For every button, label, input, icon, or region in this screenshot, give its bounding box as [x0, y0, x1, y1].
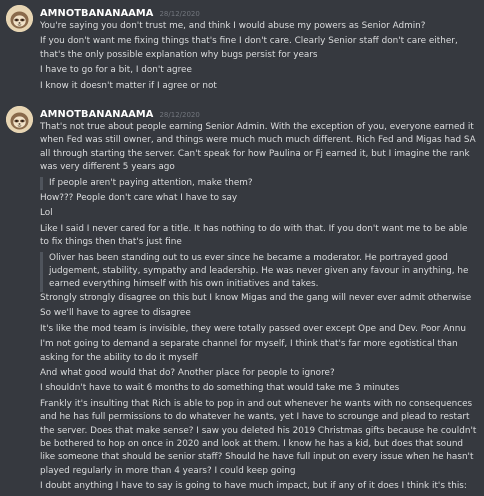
user-avatar[interactable]	[6, 106, 33, 133]
message-text: I'm not going to demand a separate chann…	[40, 339, 458, 363]
message-text: I have to go for a bit, I don't agree	[40, 65, 192, 76]
chat-messages: AMNOTBANANAAMA 28/12/2020 You're saying y…	[0, 0, 484, 496]
message-group: AMNOTBANANAAMA 28/12/2020 You're saying y…	[0, 4, 484, 93]
message-text: It's like the mod team is invisible, the…	[40, 323, 466, 334]
message-group: AMNOTBANANAAMA 28/12/2020 That's not true…	[0, 105, 484, 494]
sloth-avatar-icon	[6, 106, 33, 133]
message-text: Frankly it's insulting that Rich is able…	[40, 398, 477, 476]
timestamp: 28/12/2020	[159, 111, 200, 119]
username[interactable]: AMNOTBANANAAMA	[40, 109, 153, 120]
message-text: If you don't want me fixing things that'…	[40, 36, 458, 60]
message-text: I doubt anything I have to say is going …	[40, 481, 467, 492]
message-text: I shouldn't have to wait 6 months to do …	[40, 383, 400, 394]
message-text: How??? People don't care what I have to …	[40, 193, 238, 204]
sloth-avatar-icon	[6, 5, 33, 32]
message-text: That's not true about people earning Sen…	[40, 122, 476, 173]
message-text: And what good would that do? Another pla…	[40, 367, 335, 378]
message-text: I know it doesn't matter if I agree or n…	[40, 80, 217, 91]
message-text: Strongly strongly disagree on this but I…	[40, 292, 472, 303]
block-quote: If people aren't paying attention, make …	[40, 176, 478, 191]
block-quote: Oliver has been standing out to us ever …	[40, 251, 478, 292]
username[interactable]: AMNOTBANANAAMA	[40, 8, 153, 19]
message-header: AMNOTBANANAAMA 28/12/2020	[40, 4, 478, 19]
message-text: Lol	[40, 208, 53, 219]
message-text: So we'll have to agree to disagree	[40, 308, 191, 319]
message-text: You're saying you don't trust me, and th…	[40, 21, 426, 31]
timestamp: 28/12/2020	[159, 10, 200, 18]
user-avatar[interactable]	[6, 5, 33, 32]
message-header: AMNOTBANANAAMA 28/12/2020	[40, 105, 478, 120]
message-text: Like I said I never cared for a title. I…	[40, 223, 468, 248]
